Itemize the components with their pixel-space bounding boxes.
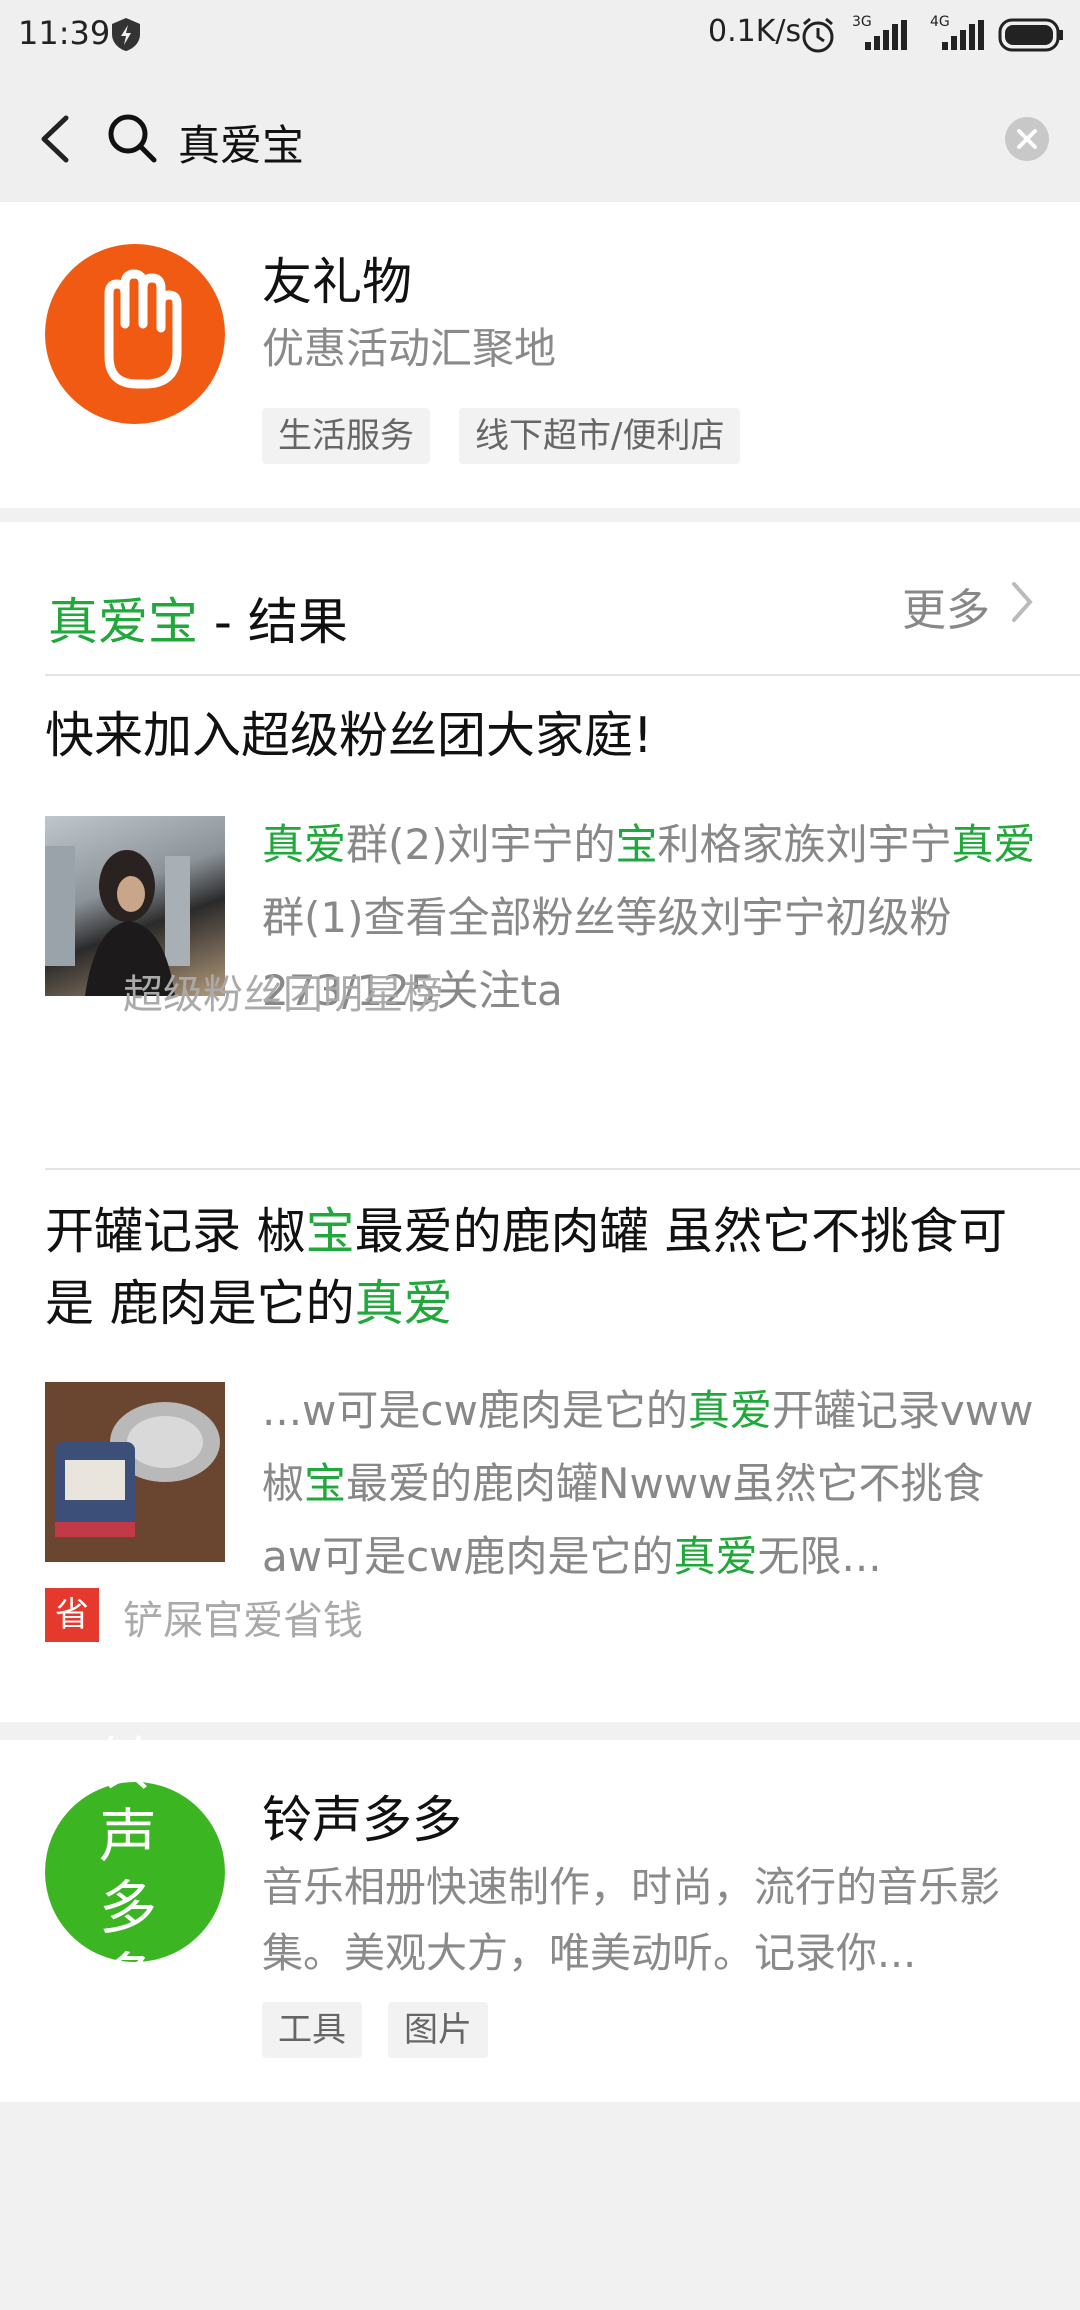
app-tag: 图片 — [388, 2002, 488, 2058]
pet-food-can-image — [45, 1382, 225, 1562]
text-run: 无限... — [757, 1532, 882, 1581]
search-bar: 真爱宝 — [0, 70, 1080, 202]
app-tag: 生活服务 — [262, 408, 430, 464]
clear-search-button[interactable] — [1005, 117, 1049, 161]
chevron-right-icon[interactable] — [1010, 580, 1034, 624]
article-item[interactable]: 快来加入超级粉丝团大家庭! 真爱群(2)刘宇宁的宝利格家族刘宇宁真爱群(1)查看… — [0, 676, 1080, 1088]
text-run: 群(2)刘宇宁的 — [346, 820, 616, 869]
hand-icon — [104, 269, 182, 389]
status-time: 11:39 — [18, 14, 111, 52]
more-link[interactable]: 更多 — [902, 574, 990, 638]
article-title: 快来加入超级粉丝团大家庭! — [45, 707, 653, 764]
text-run: 开罐记录 椒 — [45, 1203, 306, 1260]
close-icon — [1017, 129, 1037, 149]
highlight-text: 真爱 — [687, 1386, 772, 1435]
highlight-text: 真爱 — [673, 1532, 758, 1581]
app-name: 友礼物 — [262, 253, 412, 311]
app-description: 音乐相册快速制作，时尚，流行的音乐影集。美观大方，唯美动听。记录你... — [262, 1863, 1000, 1977]
search-input[interactable]: 真爱宝 — [178, 112, 304, 173]
section-keyword: 真爱宝 — [48, 593, 198, 651]
highlight-text: 真爱 — [262, 820, 347, 869]
app-logo-text: 铃声多多 — [98, 1730, 171, 2014]
section-suffix: - 结果 — [198, 593, 348, 651]
app-logo-youliwu — [45, 244, 225, 424]
shield-icon — [112, 18, 140, 51]
app-card-youliwu[interactable]: 友礼物 优惠活动汇聚地 生活服务 线下超市/便利店 — [0, 202, 1080, 508]
highlight-text: 宝 — [615, 820, 658, 869]
article-snippet: ...w可是cw鹿肉是它的真爱开罐记录vww椒宝最爱的鹿肉罐Nwww虽然它不挑食… — [262, 1374, 1042, 1593]
text-run: ...w可是cw鹿肉是它的 — [262, 1386, 688, 1435]
signal-icon — [865, 20, 907, 50]
article-item[interactable]: 开罐记录 椒宝最爱的鹿肉罐 虽然它不挑食可是 鹿肉是它的真爱 ...w可是cw鹿… — [0, 1170, 1080, 1690]
app-card-lingshengduoduo[interactable]: 铃声多多 铃声多多 音乐相册快速制作，时尚，流行的音乐影集。美观大方，唯美动听。… — [0, 1730, 1080, 2102]
alarm-icon — [802, 17, 834, 53]
text-run: 利格家族刘宇宁 — [657, 820, 952, 869]
article-thumbnail — [45, 1382, 225, 1562]
results-section: 真爱宝 - 结果 更多 快来加入超级粉丝团大家庭! 真爱群(2)刘宇宁的宝利格家… — [0, 522, 1080, 1722]
app-name: 铃声多多 — [262, 1791, 462, 1849]
article-title: 开罐记录 椒宝最爱的鹿肉罐 虽然它不挑食可是 鹿肉是它的真爱 — [45, 1196, 1035, 1340]
article-source: 铲屎官爱省钱 — [123, 1598, 363, 1644]
back-icon[interactable] — [36, 114, 72, 164]
article-source: 超级粉丝团明星榜 — [123, 972, 443, 1018]
network-speed: 0.1K/s — [708, 14, 802, 49]
app-logo-lingshengduoduo: 铃声多多 — [45, 1730, 225, 2014]
section-title: 真爱宝 - 结果 — [48, 582, 348, 654]
status-bar: 11:39 0.1K/s 3G 4G — [0, 0, 1080, 70]
app-tag: 工具 — [262, 2002, 362, 2058]
highlight-text: 真爱 — [354, 1275, 453, 1332]
source-badge: 省 — [45, 1588, 99, 1642]
signal-icon-2 — [942, 20, 984, 50]
battery-icon — [998, 18, 1063, 52]
highlight-text: 宝 — [305, 1203, 355, 1260]
app-description: 优惠活动汇聚地 — [262, 324, 557, 373]
highlight-text: 宝 — [304, 1459, 347, 1508]
search-icon — [108, 114, 157, 163]
app-tag: 线下超市/便利店 — [459, 408, 741, 464]
highlight-text: 真爱 — [951, 820, 1036, 869]
